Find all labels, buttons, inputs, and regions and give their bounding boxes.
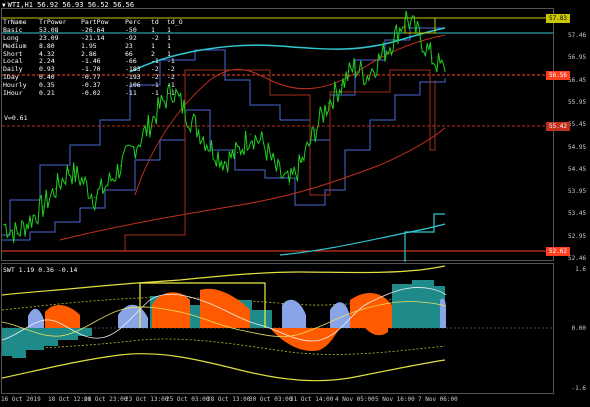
price-axis-label: 54.95 (568, 143, 587, 151)
price-point (444, 70, 446, 72)
price-axis-label: 54.45 (568, 165, 587, 173)
price-tag-mid: 55.42 (546, 122, 570, 131)
step-envelope-lower (2, 78, 446, 241)
time-axis-label: 21 Oct 23:00 (84, 396, 128, 403)
price-point (327, 102, 329, 104)
price-tag-top: 57.83 (546, 14, 570, 23)
table-cell: 0.21 (39, 89, 55, 98)
price-point (262, 142, 264, 145)
price-axis-label: 56.45 (568, 76, 587, 84)
price-point (198, 129, 200, 131)
indicator-axis-bottom: -1.6 (571, 385, 586, 392)
time-axis-label: 4 Nov 05:00 (335, 396, 375, 403)
price-point (288, 183, 290, 185)
price-point (314, 129, 316, 131)
price-point (301, 160, 303, 163)
lower-band (1, 353, 446, 382)
price-axis-label: 52.46 (568, 255, 587, 262)
price-point (133, 147, 135, 149)
price-axis-label: 53.45 (568, 210, 587, 218)
price-point (120, 165, 122, 167)
price-point (366, 75, 368, 77)
table-cell: -11 (125, 89, 137, 98)
time-axis-label: 30 Oct 03:00 (249, 396, 293, 403)
price-point (223, 160, 226, 163)
price-point (29, 219, 31, 221)
table-cell: IHour (3, 89, 23, 98)
time-axis-label: 16 Oct 2019 (1, 396, 41, 403)
price-point (418, 34, 420, 36)
time-axis-label: 5 Nov 16:00 (375, 396, 415, 403)
price-point (249, 133, 251, 136)
price-point (81, 178, 83, 181)
price-point (236, 151, 239, 154)
price-axis-label: 55.95 (568, 98, 587, 106)
table-cell: -1 (167, 89, 175, 98)
price-point (275, 169, 277, 172)
time-axis-label: 28 Oct 13:00 (207, 396, 251, 403)
price-tag-bottom: 52.62 (546, 247, 570, 256)
price-point (3, 224, 5, 226)
cyan-step (404, 213, 445, 262)
indicator-title: SWT 1.19 0.36 -0.14 (3, 266, 78, 274)
price-point (16, 233, 18, 235)
price-axis-label: 53.95 (568, 188, 587, 196)
price-axis-label: 52.95 (568, 232, 587, 240)
price-point (42, 206, 44, 208)
time-axis-label: 31 Oct 14:00 (290, 396, 334, 403)
dropdown-triangle-icon[interactable]: ▼ (2, 2, 6, 9)
table-cell: -0.02 (81, 89, 101, 98)
price-axis-label: 55.45 (568, 121, 587, 129)
price-point (55, 188, 57, 190)
ma-fast (134, 34, 446, 196)
symbol-quote: WTI,H1 56.92 56.93 56.52 56.56 (7, 1, 135, 9)
lower-dots (1, 338, 446, 355)
symbol-header: ▼ WTI,H1 56.92 56.93 56.52 56.56 (2, 1, 134, 9)
price-axis-label: 56.95 (568, 54, 587, 62)
price-point (379, 57, 381, 59)
price-point (159, 106, 161, 108)
cyan-lower-trend (279, 223, 446, 256)
time-axis-label: 23 Oct 13:00 (125, 396, 169, 403)
price-point (210, 147, 213, 149)
price-point (68, 169, 70, 172)
price-point (392, 39, 394, 41)
price-point (405, 16, 407, 18)
v-stat: V=0.61 (4, 114, 28, 122)
time-axis-label: 25 Oct 03:00 (166, 396, 210, 403)
price-axis-label: 57.46 (568, 32, 587, 39)
indicator-axis-top: 1.6 (575, 266, 586, 273)
price-tag-current: 56.56 (546, 71, 570, 80)
price-point (431, 57, 433, 59)
time-axis-label: 7 Nov 06:00 (418, 396, 458, 403)
price-point (340, 84, 342, 86)
price-point (353, 66, 355, 68)
price-point (185, 111, 187, 113)
indicator-axis-zero: 0.00 (571, 325, 586, 332)
price-point (107, 183, 109, 185)
price-point (146, 129, 148, 131)
table-cell: -1 (151, 89, 159, 98)
price-point (94, 197, 96, 199)
